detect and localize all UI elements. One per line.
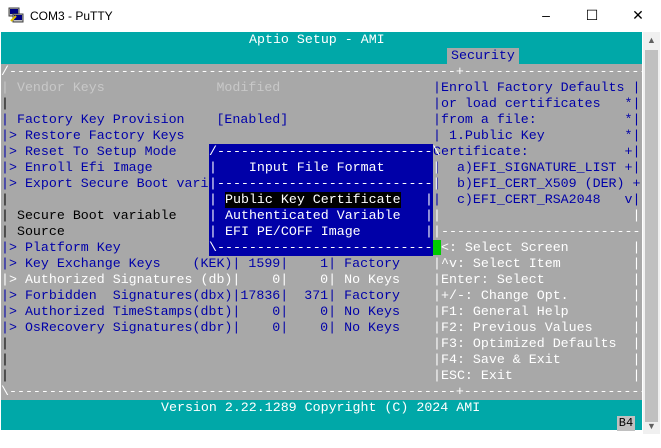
maximize-button[interactable]: ☐ (569, 0, 615, 32)
help-pane-text: | b)EFI_CERT_X509 (DER) +| (433, 176, 649, 191)
left-pane-text: | Vendor Keys Modified (1, 80, 281, 95)
left-pane-text: |> Key Exchange Keys (KEK)| 1599| 1| Fac… (1, 256, 400, 271)
left-pane-text: |> Export Secure Boot vari (1, 176, 209, 191)
left-pane-text: |> Authorized TimeStamps(dbt)| 0| 0| No … (1, 304, 400, 319)
help-pane-text: |+/-: Change Opt. | (433, 288, 641, 303)
left-pane-text: |> Enroll Efi Image (1, 160, 153, 175)
left-pane-text: | (1, 352, 9, 367)
help-pane-text: |F4: Save & Exit | (433, 352, 641, 367)
help-pane-text: |Enroll Factory Defaults | (433, 80, 641, 95)
dialog-option-border: | (209, 208, 217, 223)
bios-bottom-border: \---------------------------------------… (1, 384, 661, 400)
left-pane-text: |> Restore Factory Keys (1, 128, 185, 143)
putty-app-icon (8, 7, 24, 23)
left-pane-text: | (1, 96, 9, 111)
dialog-option-border: | (425, 192, 433, 207)
bios-footer-bar: Version 2.22.1289 Copyright (C) 2024 AMI (1, 400, 642, 430)
dialog-option-border: | (209, 224, 217, 239)
dialog-bottom-border: \---------------------------/ (209, 240, 441, 255)
help-pane-text: |F3: Optimized Defaults | (433, 336, 641, 351)
help-pane-text: |F1: General Help | (433, 304, 641, 319)
help-pane-text: ><: Select Screen | (433, 240, 641, 255)
vertical-scrollbar[interactable]: ▲ ▼ (643, 32, 660, 434)
left-pane-text: | (1, 192, 9, 207)
scrollbar-thumb[interactable] (645, 50, 658, 422)
help-pane-text: |Enter: Select | (433, 272, 641, 287)
help-pane-text: | | (433, 208, 641, 223)
dialog-option-border: | (209, 192, 217, 207)
help-pane-text: |^v: Select Item | (433, 256, 641, 271)
bios-top-border-text: /---------------------------------------… (1, 64, 661, 79)
left-pane-text: |> Platform Key ( (1, 240, 217, 255)
close-button[interactable]: ✕ (615, 0, 661, 32)
help-pane-text: | a)EFI_SIGNATURE_LIST +| (433, 160, 641, 175)
bios-footer-version: Version 2.22.1289 Copyright (C) 2024 AMI (161, 400, 481, 415)
help-pane-text: | c)EFI_CERT_RSA2048 v| (433, 192, 641, 207)
left-pane-text: |> Authorized Signatures (db)| 0| 0| No … (1, 272, 400, 287)
left-pane-text: |> Reset To Setup Mode (1, 144, 177, 159)
help-pane-text: |ESC: Exit | (433, 368, 641, 383)
left-pane-text: |> OsRecovery Signatures(dbr)| 0| 0| No … (1, 320, 400, 335)
dialog-option-border: | (425, 224, 433, 239)
terminal-screen[interactable]: Aptio Setup - AMI Security /------------… (1, 32, 661, 430)
dialog-title: | Input File Format | (209, 160, 441, 175)
bios-header-bar: Aptio Setup - AMI (1, 32, 642, 48)
dialog-option-label: EFI PE/COFF Image (225, 224, 361, 239)
left-pane-text: |> Forbidden Signatures(dbx)|17836| 371|… (1, 288, 400, 303)
left-pane-text: | (1, 336, 9, 351)
left-pane-text: | Source (1, 224, 65, 239)
input-file-format-dialog: /---------------------------\ | Input Fi… (209, 144, 440, 256)
dialog-option-label: Authenticated Variable (225, 208, 401, 223)
bios-header-title: Aptio Setup - AMI (249, 32, 385, 47)
close-icon: ✕ (632, 7, 644, 23)
tab-security[interactable]: Security (447, 48, 519, 64)
scroll-down-icon[interactable]: ▼ (643, 418, 660, 434)
help-pane-text: | 1.Public Key *| (433, 128, 641, 143)
dialog-top-border: /---------------------------\ (209, 144, 441, 159)
help-pane-text: |F2: Previous Values | (433, 320, 641, 335)
left-pane-text: | Secure Boot variable (1, 208, 177, 223)
minimize-icon: – (542, 7, 550, 23)
dialog-option-border: | (425, 208, 433, 223)
window-titlebar[interactable]: COM3 - PuTTY – ☐ ✕ (0, 0, 661, 32)
left-pane-text: | (1, 368, 9, 383)
dialog-option-label: Public Key Certificate (225, 192, 401, 208)
left-pane-text: | Factory Key Provision [Enabled] (1, 112, 289, 127)
help-pane-text: |------------------------- (433, 224, 641, 239)
dialog-separator: |---------------------------| (209, 176, 441, 191)
maximize-icon: ☐ (585, 7, 599, 23)
help-pane-text: Certificate: +| (433, 144, 641, 159)
scroll-up-icon[interactable]: ▲ (643, 32, 660, 48)
bios-bottom-border-text: \---------------------------------------… (1, 384, 661, 399)
help-pane-text: |or load certificates *| (433, 96, 641, 111)
status-code-badge: B4 (617, 416, 635, 431)
minimize-button[interactable]: – (523, 0, 569, 32)
help-pane-text: |from a file: *| (433, 112, 641, 127)
terminal-cursor (433, 240, 441, 255)
bios-tab-bar: Security (1, 48, 642, 64)
bios-top-border: /---------------------------------------… (1, 64, 661, 80)
window-title: COM3 - PuTTY (30, 9, 113, 23)
